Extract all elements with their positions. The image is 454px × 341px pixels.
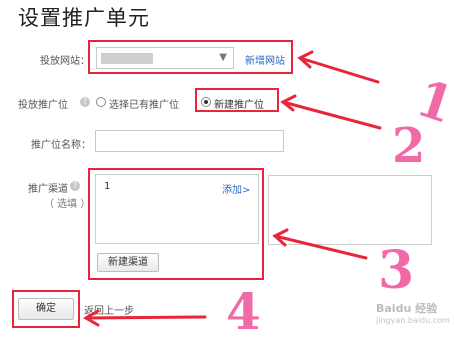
baidu-watermark-url: jingyan.baidu.com [376,316,450,325]
annotation-arrow-2 [281,100,382,130]
annotation-arrow-3 [273,234,368,260]
annotation-arrow-4 [84,315,207,320]
annotation-number-3: 3 [378,240,415,301]
annotation-number-4: 4 [226,282,261,341]
annotation-arrow-1 [298,56,380,84]
annotation-number-2: 2 [392,118,426,174]
baidu-watermark: Baidu 经验 [376,302,438,315]
